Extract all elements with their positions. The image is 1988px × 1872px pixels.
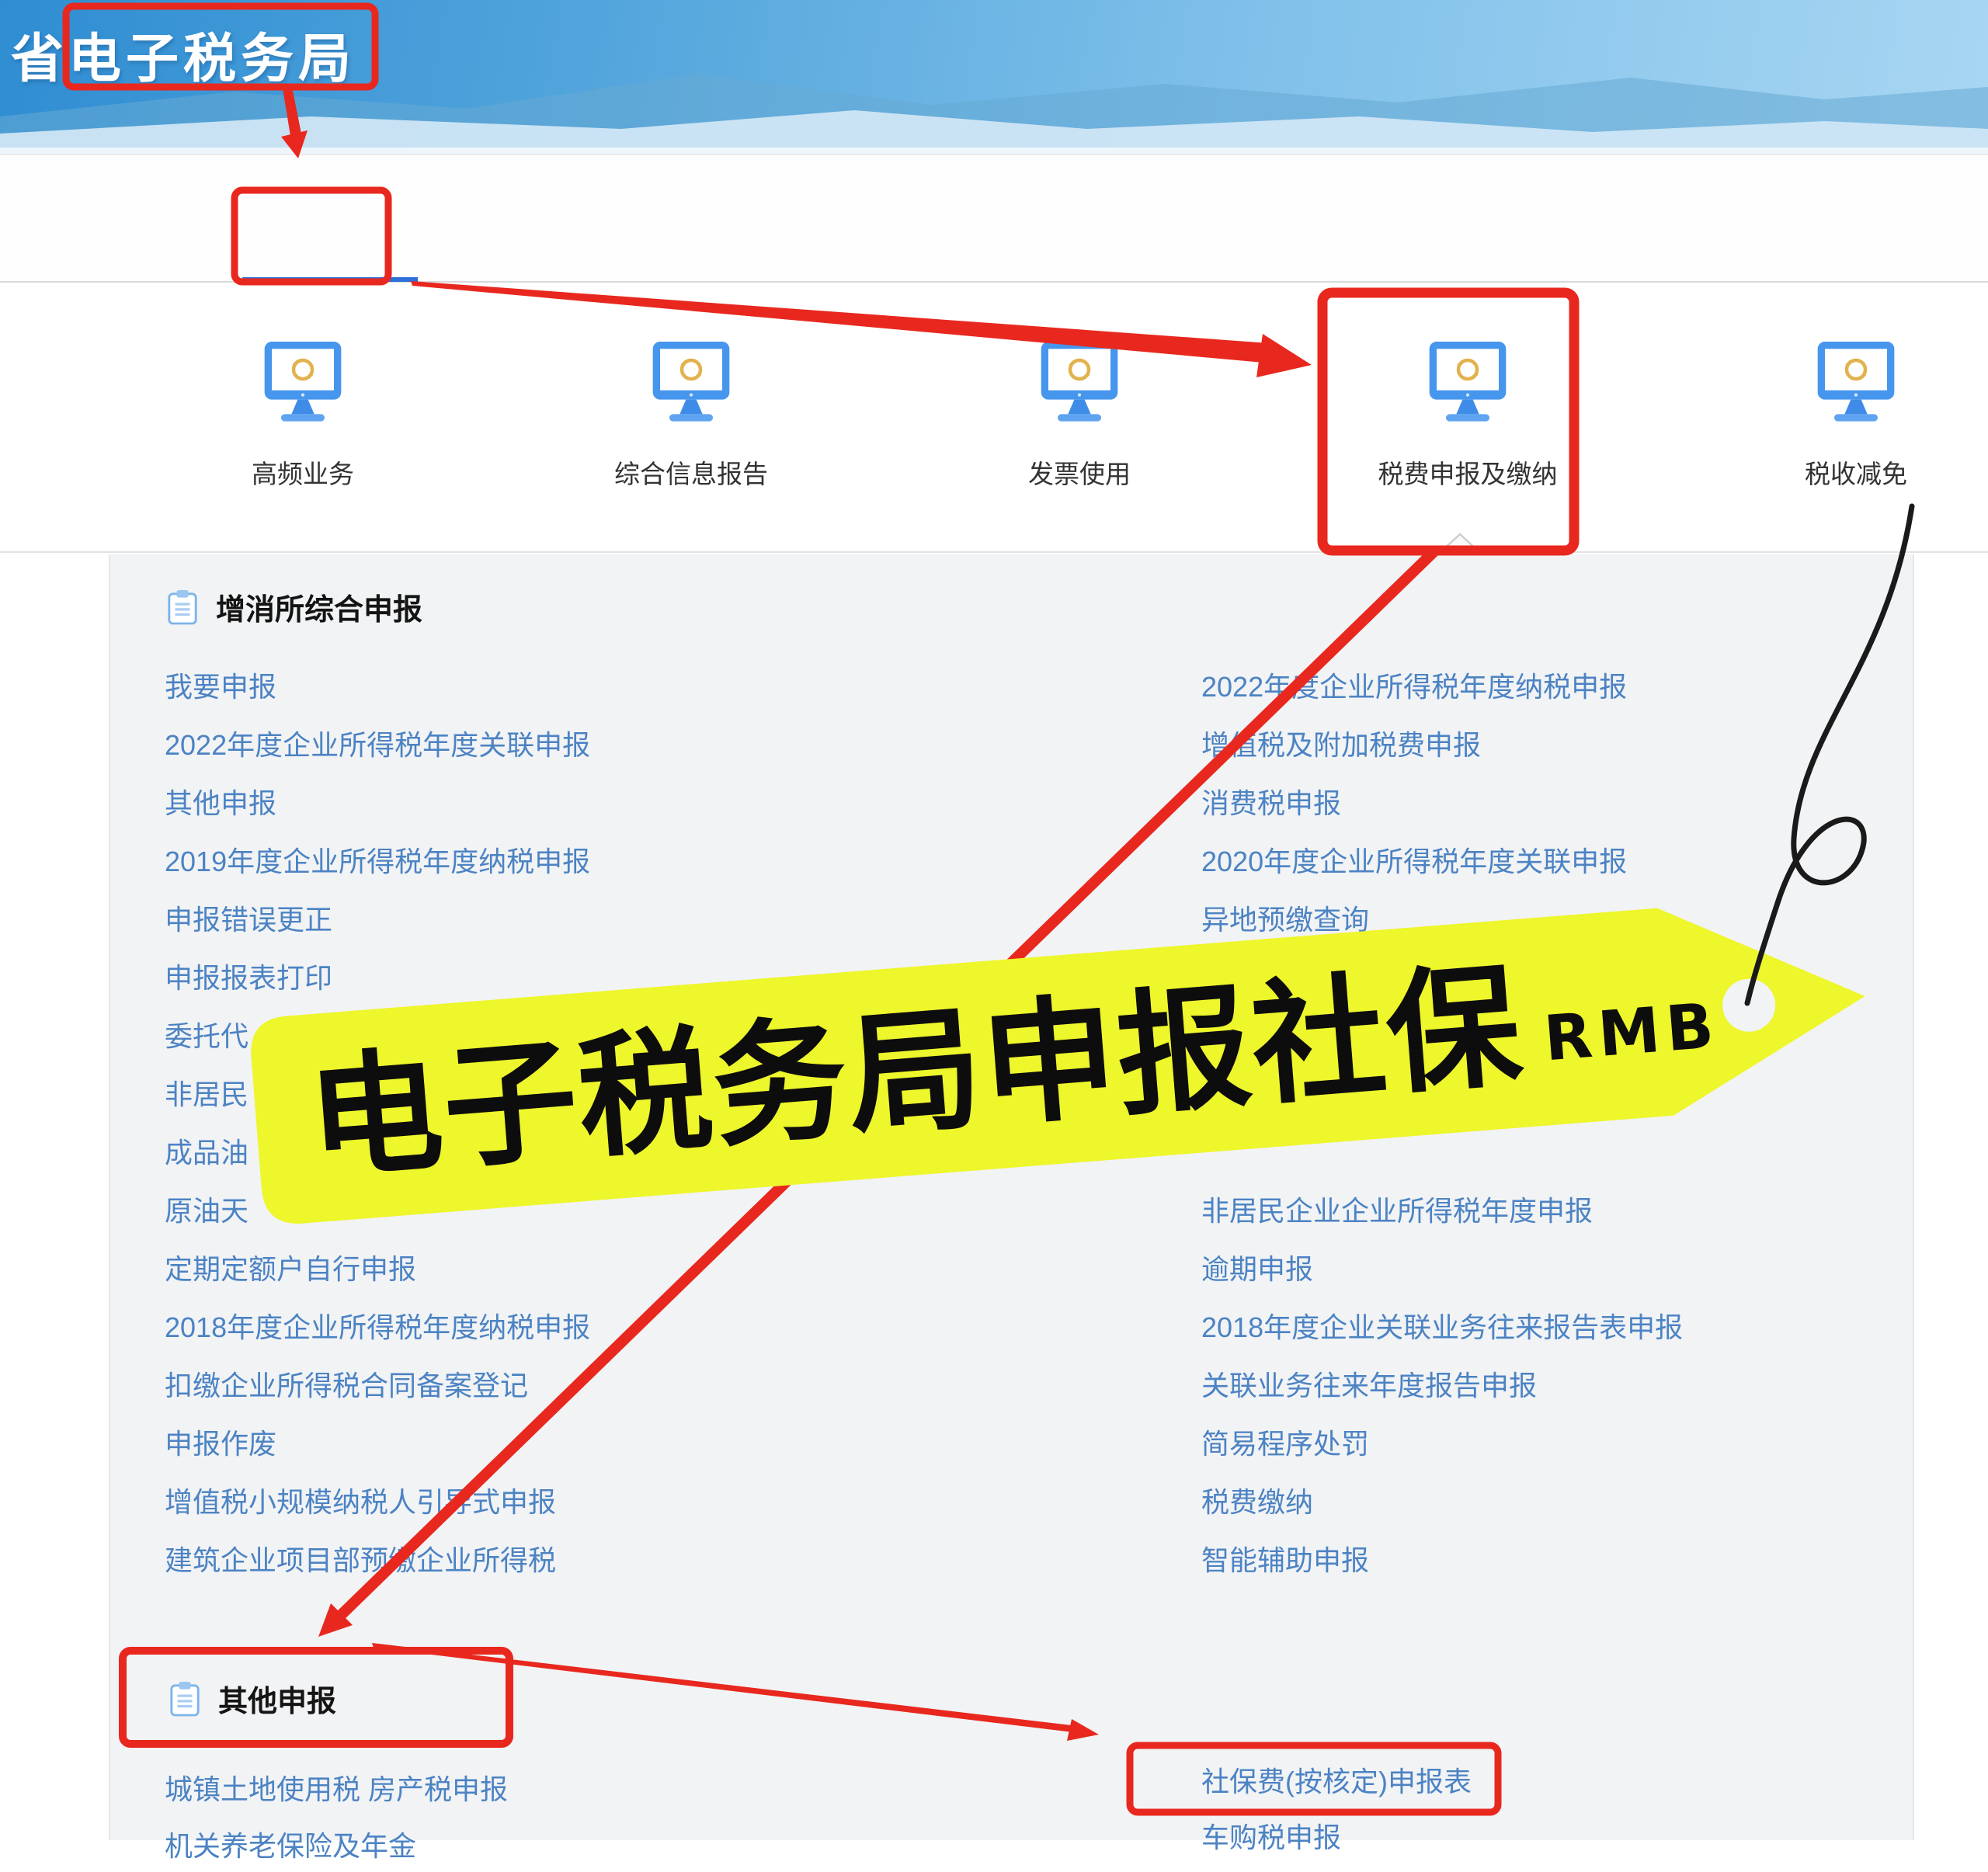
active-tab-underline [242, 277, 418, 282]
link-row: 关联业务往来年度报告申报 [1201, 1354, 1683, 1412]
menu-link[interactable]: 委托代 [165, 1014, 248, 1054]
menu-link[interactable]: 2022年度企业所得税年度关联申报 [165, 723, 590, 763]
menu-link[interactable]: 异地预缴查询 [1201, 898, 1369, 938]
menu-link[interactable]: 其他申报 [165, 781, 276, 821]
link-row: 我要申报 [165, 655, 590, 714]
menu-link[interactable]: 消费税申报 [1201, 781, 1341, 821]
link-row: 消费税申报 [1201, 772, 1627, 830]
megamenu-category[interactable]: 税收减免 [1724, 284, 1988, 551]
link-row: 增值税及附加税费申报 [1201, 714, 1627, 772]
section-title: 增消所综合申报 [216, 585, 422, 628]
monitor-coin-icon [1802, 339, 1910, 432]
link-row: 2018年度企业关联业务往来报告表申报 [1201, 1296, 1683, 1354]
link-row: 其他申报 [165, 772, 590, 830]
menu-link[interactable]: 增值税及附加税费申报 [1201, 723, 1481, 763]
other-right-links: 社保费(按核定)申报表车购税申报 [1201, 1752, 1472, 1863]
menu-link[interactable]: 我要申报 [165, 665, 276, 705]
menu-link[interactable]: 增值税小规模纳税人引导式申报 [165, 1480, 556, 1520]
menu-link[interactable]: 申报作废 [165, 1422, 276, 1462]
link-row: 申报作废 [165, 1412, 590, 1471]
clipboard-icon [166, 588, 199, 627]
link-row: 车购税申报 [1201, 1808, 1472, 1863]
menu-link[interactable]: 2020年度企业所得税年度关联申报 [1201, 839, 1627, 880]
menu-link[interactable]: 定期定额户自行申报 [165, 1247, 416, 1287]
link-row: 2020年度企业所得税年度关联申报 [1201, 830, 1627, 888]
menu-link[interactable]: 简易程序处罚 [1201, 1422, 1369, 1462]
menu-link[interactable]: 原油天 [165, 1189, 248, 1229]
section-header-other: 其他申报 [169, 1677, 336, 1720]
declare-right-links-bottom: 非居民企业企业所得税年度申报逾期申报 2018年度企业关联业务往来报告表申报关联业… [1201, 1179, 1683, 1587]
clipboard-icon [169, 1679, 201, 1718]
menu-link[interactable]: 申报错误更正 [165, 898, 332, 938]
monitor-coin-icon [248, 339, 357, 432]
megamenu-category[interactable]: 发票使用 [947, 284, 1211, 551]
menu-link[interactable]: 申报报表打印 [165, 956, 332, 996]
megamenu-category[interactable]: 高频业务 [171, 284, 435, 551]
menu-link[interactable]: 扣缴企业所得税合同备案登记 [165, 1363, 528, 1404]
megamenu-category-label: 税收减免 [1805, 453, 1907, 491]
declare-right-links-top: 2022年度企业所得税年度纳税申报增值税及附加税费申报消费税申报 2020年度企业… [1201, 655, 1627, 946]
link-row: 成品油 [165, 1121, 590, 1179]
menu-link[interactable]: 2018年度企业所得税年度纳税申报 [165, 1305, 590, 1346]
section-title: 其他申报 [218, 1677, 336, 1720]
menu-link[interactable]: 建筑企业项目部预缴企业所得税 [165, 1538, 556, 1579]
menu-link[interactable]: 成品油 [165, 1130, 248, 1171]
menu-link[interactable]: 2019年度企业所得税年度纳税申报 [165, 839, 590, 880]
megamenu-category-row: 高频业务 综合信息报告 发票使用 [0, 284, 1988, 551]
megamenu-category-label: 综合信息报告 [614, 453, 768, 491]
link-row: 税费缴纳 [1201, 1471, 1683, 1529]
megamenu-category-label: 税费申报及缴纳 [1378, 453, 1558, 491]
link-row: 2018年度企业所得税年度纳税申报 [165, 1296, 590, 1354]
link-row: 智能辅助申报 [1201, 1529, 1683, 1587]
megamenu-category-label: 发票使用 [1028, 453, 1131, 491]
panel-background: 增消所综合申报 我要申报2022年度企业所得税年度关联申报其他申报2019年度企… [109, 554, 1914, 1840]
link-row: 社保费(按核定)申报表 [1201, 1752, 1472, 1808]
link-row: 非居民企业企业所得税年度申报 [1201, 1179, 1683, 1238]
link-row: 机关养老保险及年金 [165, 1815, 508, 1872]
main-navbar [0, 154, 1988, 283]
menu-link[interactable]: 税费缴纳 [1201, 1480, 1313, 1520]
link-row: 非居民 [165, 1063, 590, 1121]
link-row: 增值税小规模纳税人引导式申报 [165, 1471, 590, 1529]
menu-link[interactable]: 非居民 [165, 1072, 248, 1113]
menu-link[interactable]: 逾期申报 [1201, 1247, 1313, 1287]
menu-link[interactable]: 智能辅助申报 [1201, 1538, 1369, 1579]
megamenu-category[interactable]: 综合信息报告 [559, 284, 823, 551]
taxes-dropdown-panel: 增消所综合申报 我要申报2022年度企业所得税年度关联申报其他申报2019年度企… [0, 551, 1988, 1840]
megamenu-category-label: 高频业务 [252, 453, 354, 491]
menu-link[interactable]: 机关养老保险及年金 [165, 1824, 416, 1864]
link-row: 定期定额户自行申报 [165, 1238, 590, 1296]
menu-link[interactable]: 2018年度企业关联业务往来报告表申报 [1201, 1305, 1683, 1346]
link-row: 2019年度企业所得税年度纳税申报 [165, 830, 590, 888]
menu-link[interactable]: 2022年度企业所得税年度纳税申报 [1201, 665, 1627, 705]
header-banner: 省电子税务局 [0, 0, 1988, 154]
declare-left-links: 我要申报 2022年度企业所得税年度关联申报其他申报 2019年度企业所得税年度纳税… [165, 655, 590, 1587]
link-row: 原油天 [165, 1179, 590, 1238]
monitor-coin-icon [637, 339, 746, 432]
link-row: 扣缴企业所得税合同备案登记 [165, 1354, 590, 1412]
section-header-comprehensive: 增消所综合申报 [166, 585, 422, 628]
monitor-coin-icon [1413, 339, 1522, 432]
link-row: 2022年度企业所得税年度纳税申报 [1201, 655, 1627, 714]
menu-link[interactable]: 车购税申报 [1201, 1815, 1341, 1856]
link-row: 异地预缴查询 [1201, 888, 1627, 946]
link-row: 申报错误更正 [165, 888, 590, 946]
link-row: 委托代 [165, 1005, 590, 1063]
link-row: 建筑企业项目部预缴企业所得税 [165, 1529, 590, 1587]
menu-link[interactable]: 非居民企业企业所得税年度申报 [1201, 1189, 1593, 1229]
other-left-links: 城镇土地使用税 房产税申报机关养老保险及年金 [165, 1759, 508, 1872]
link-row: 申报报表打印 [165, 946, 590, 1005]
megamenu-category[interactable]: 税费申报及缴纳 [1336, 284, 1600, 551]
menu-link[interactable]: 关联业务往来年度报告申报 [1201, 1363, 1537, 1404]
link-row: 简易程序处罚 [1201, 1412, 1683, 1471]
menu-link[interactable]: 城镇土地使用税 房产税申报 [165, 1767, 508, 1808]
site-logo: 省电子税务局 [11, 16, 356, 92]
monitor-coin-icon [1025, 339, 1134, 432]
link-row: 逾期申报 [1201, 1238, 1683, 1296]
link-row: 2022年度企业所得税年度关联申报 [165, 714, 590, 772]
link-row: 城镇土地使用税 房产税申报 [165, 1759, 508, 1815]
menu-link[interactable]: 社保费(按核定)申报表 [1201, 1759, 1472, 1800]
